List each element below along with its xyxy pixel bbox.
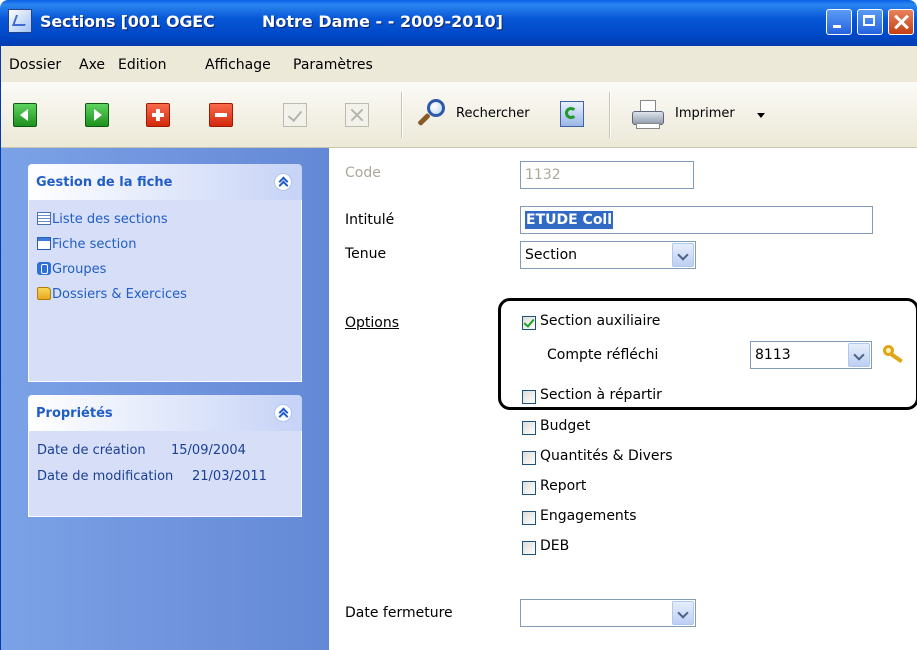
collapse-icon[interactable] (274, 404, 292, 422)
gestion-body: Liste des sections Fiche section Groupes… (28, 200, 302, 382)
print-dropdown-arrow-icon[interactable] (757, 113, 765, 118)
link-liste-sections[interactable]: Liste des sections (37, 212, 168, 227)
next-record-button[interactable] (85, 103, 109, 127)
highlight-annotation (498, 298, 917, 410)
application-window: Sections [001 OGEC Notre Dame - - 2009-2… (0, 0, 917, 650)
window-title-suffix: Notre Dame - - 2009-2010] (262, 12, 503, 31)
report-checkbox[interactable] (522, 481, 536, 495)
maximize-button[interactable] (857, 9, 883, 35)
search-icon[interactable] (415, 97, 449, 131)
gestion-title: Gestion de la fiche (36, 175, 173, 190)
printer-icon[interactable] (630, 100, 666, 130)
window-title: Sections [001 OGEC (40, 12, 215, 31)
menu-axe[interactable]: Axe (79, 57, 105, 73)
tenue-select[interactable]: Section (520, 241, 696, 269)
print-button-label[interactable]: Imprimer (675, 106, 735, 121)
options-label: Options (345, 315, 400, 331)
deb-checkbox[interactable] (522, 541, 536, 555)
budget-checkbox[interactable] (522, 421, 536, 435)
refresh-icon[interactable] (560, 101, 584, 127)
proprietes-title: Propriétés (36, 406, 113, 421)
add-record-button[interactable] (146, 103, 170, 127)
quantites-divers-checkbox[interactable] (522, 451, 536, 465)
toolbar-separator (401, 92, 403, 138)
budget-label: Budget (540, 418, 591, 434)
date-fermeture-label: Date fermeture (345, 605, 453, 621)
menu-edition[interactable]: Edition (118, 57, 166, 73)
menu-bar: Dossier Axe Edition Affichage Paramètres (0, 46, 917, 82)
link-fiche-section[interactable]: Fiche section (37, 237, 136, 252)
code-field: 1132 (520, 161, 694, 189)
code-label: Code (345, 165, 381, 181)
link-groupes[interactable]: Groupes (37, 262, 106, 277)
menu-parametres[interactable]: Paramètres (293, 57, 373, 73)
previous-record-button[interactable] (13, 103, 37, 127)
tenue-label: Tenue (345, 246, 387, 262)
app-icon (8, 9, 32, 33)
window-border (0, 82, 1, 650)
quantites-divers-label: Quantités & Divers (540, 448, 673, 464)
menu-affichage[interactable]: Affichage (205, 57, 271, 73)
collapse-icon[interactable] (274, 173, 292, 191)
toolbar: Rechercher Imprimer (0, 82, 917, 148)
chevron-down-icon[interactable] (672, 243, 694, 267)
list-icon (37, 212, 51, 225)
engagements-checkbox[interactable] (522, 511, 536, 525)
folder-icon (37, 287, 51, 300)
deb-label: DEB (540, 538, 570, 554)
validate-button[interactable] (283, 103, 307, 127)
title-bar[interactable]: Sections [001 OGEC Notre Dame - - 2009-2… (0, 0, 917, 46)
minimize-button[interactable] (826, 9, 852, 35)
delete-record-button[interactable] (209, 103, 233, 127)
date-fermeture-select[interactable] (520, 599, 696, 627)
toolbar-separator (609, 92, 611, 138)
report-label: Report (540, 478, 587, 494)
link-dossiers-exercices[interactable]: Dossiers & Exercices (37, 287, 187, 302)
close-button[interactable] (888, 9, 914, 35)
gestion-header[interactable]: Gestion de la fiche (28, 164, 302, 200)
prop-date-creation: Date de création 15/09/2004 (37, 443, 246, 458)
search-button-label[interactable]: Rechercher (456, 106, 530, 121)
engagements-label: Engagements (540, 508, 637, 524)
form-icon (37, 237, 51, 250)
prop-date-modification: Date de modification 21/03/2011 (37, 469, 267, 484)
chevron-down-icon[interactable] (672, 601, 694, 625)
proprietes-body: Date de création 15/09/2004 Date de modif… (28, 431, 302, 517)
intitule-label: Intitulé (345, 212, 395, 228)
task-pane: Gestion de la fiche Liste des sections F… (0, 148, 329, 650)
groups-icon (37, 262, 51, 275)
proprietes-header[interactable]: Propriétés (28, 395, 302, 431)
intitule-field[interactable]: ETUDE Coll (520, 206, 873, 234)
menu-dossier[interactable]: Dossier (9, 57, 61, 73)
cancel-button[interactable] (345, 103, 369, 127)
